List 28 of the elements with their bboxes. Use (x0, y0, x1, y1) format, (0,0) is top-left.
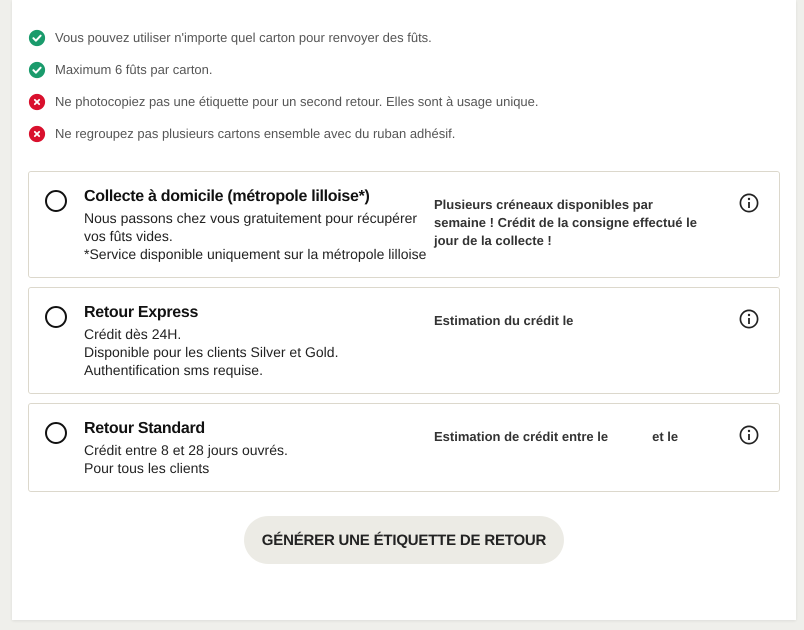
credit-info: Plusieurs créneaux disponibles par semaine ! Crédit de la consigne effectué le jour de la collecte ! (434, 196, 698, 250)
option-description: Crédit entre 8 et 28 jours ouvrés. (84, 441, 289, 459)
credit-info: Estimation de crédit entre le (434, 428, 608, 446)
radio-button[interactable] (45, 190, 67, 212)
rule-text: Ne regroupez pas plusieurs cartons ensemble avec du ruban adhésif. (55, 126, 456, 141)
info-icon[interactable] (739, 193, 759, 213)
option-description: Nous passons chez vous gratuitement pour récupérer vos fûts vides. (84, 209, 418, 245)
radio-button[interactable] (45, 306, 67, 328)
option-description: Pour tous les clients (84, 459, 210, 477)
info-icon[interactable] (739, 309, 759, 329)
credit-info: Estimation du crédit le (434, 312, 574, 330)
option-card[interactable] (28, 171, 780, 278)
option-card[interactable]: Retour Express Crédit dès 24H. Disponible pour les clients Silver et Gold. Authentification sms requise. Estimation du crédit le (28, 287, 780, 394)
generate-label-button[interactable]: GÉNÉRER UNE ÉTIQUETTE DE RETOUR (244, 516, 564, 564)
option-title: Retour Express (84, 304, 200, 322)
option-card[interactable]: Retour Standard Crédit entre 8 et 28 jours ouvrés. Pour tous les clients Estimation de crédit entre le et le (28, 403, 780, 492)
rule-text: Maximum 6 fûts par carton. (55, 62, 212, 77)
option-description: Crédit dès 24H. (84, 325, 182, 343)
option-description: *Service disponible uniquement sur la métropole lilloise (84, 245, 428, 263)
option-title: Retour Standard (84, 420, 206, 438)
radio-button[interactable] (45, 422, 67, 444)
rule-text: Ne photocopiez pas une étiquette pour un second retour. Elles sont à usage unique. (55, 94, 539, 109)
option-description: Disponible pour les clients Silver et Gold. (84, 343, 340, 361)
option-title: Collecte à domicile (métropole lilloise*) (84, 188, 371, 206)
credit-info: et le (652, 428, 678, 446)
option-description: Authentification sms requise. (84, 361, 264, 379)
info-icon[interactable] (739, 425, 759, 445)
rule-text: Vous pouvez utiliser n'importe quel carton pour renvoyer des fûts. (55, 30, 432, 45)
